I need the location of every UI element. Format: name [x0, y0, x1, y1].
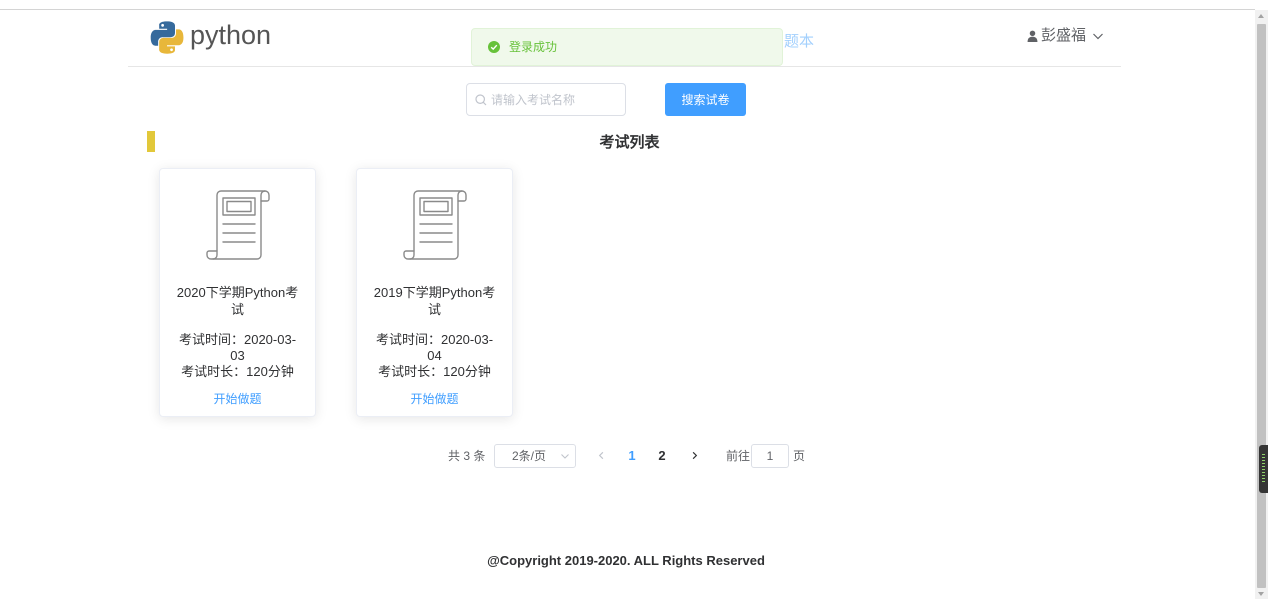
scroll-down-arrow[interactable] — [1258, 592, 1264, 596]
exam-duration-line: 考试时长：120分钟 — [372, 364, 497, 380]
page-size-value: 2条/页 — [512, 449, 547, 463]
exam-date-label: 考试时间： — [178, 332, 244, 347]
start-exam-link[interactable]: 开始做题 — [410, 392, 458, 406]
chevron-down-icon — [560, 451, 570, 461]
header-nav-item[interactable]: 题本 — [784, 32, 814, 52]
exam-duration: 120分钟 — [246, 364, 294, 379]
exam-card: 2020下学期Python考试 考试时间：2020-03-03 考试时长：120… — [159, 168, 316, 417]
exam-date-line: 考试时间：2020-03-04 — [372, 332, 497, 364]
document-scroll-icon — [205, 189, 271, 261]
exam-duration: 120分钟 — [443, 364, 491, 379]
toast-message: 登录成功 — [509, 40, 558, 54]
user-icon — [1027, 30, 1038, 42]
exam-info: 考试时间：2020-03-04 考试时长：120分钟 — [372, 332, 497, 380]
page-size-select[interactable]: 2条/页 — [494, 444, 576, 468]
scroll-up-arrow[interactable] — [1258, 14, 1264, 18]
exam-card: 2019下学期Python考试 考试时间：2020-03-04 考试时长：120… — [356, 168, 513, 417]
success-check-icon — [488, 41, 500, 53]
exam-info: 考试时间：2020-03-03 考试时长：120分钟 — [175, 332, 300, 380]
python-logo-icon[interactable] — [150, 20, 184, 55]
page-number[interactable]: 2 — [650, 444, 674, 468]
goto-page-input[interactable] — [751, 444, 789, 468]
user-menu[interactable]: 彭盛福 — [1027, 26, 1104, 46]
search-exams-button[interactable]: 搜索试卷 — [665, 83, 746, 116]
chevron-right-icon[interactable] — [682, 444, 706, 468]
exam-duration-label: 考试时长： — [181, 364, 247, 379]
side-panel-handle[interactable] — [1259, 445, 1268, 493]
start-exam-link[interactable]: 开始做题 — [213, 392, 261, 406]
exam-duration-label: 考试时长： — [378, 364, 444, 379]
exam-date-line: 考试时间：2020-03-03 — [175, 332, 300, 364]
logo-text[interactable]: python — [190, 18, 271, 52]
page-scrollbar[interactable] — [1255, 10, 1268, 599]
page-number-current[interactable]: 1 — [620, 444, 644, 468]
login-success-toast: 登录成功 — [471, 28, 783, 66]
search-input[interactable] — [491, 84, 621, 115]
scrollbar-thumb[interactable] — [1257, 24, 1266, 588]
pagination-total: 共 3 条 — [448, 449, 486, 463]
page-title: 考试列表 — [599, 134, 660, 151]
goto-label: 前往 — [726, 449, 751, 463]
footer-copyright: @Copyright 2019-2020. ALL Rights Reserve… — [487, 553, 765, 568]
chevron-left-icon[interactable] — [589, 444, 613, 468]
chevron-down-icon — [1092, 30, 1104, 42]
side-panel-grip — [1262, 454, 1265, 484]
document-scroll-icon — [402, 189, 468, 261]
exam-date-label: 考试时间： — [375, 332, 441, 347]
search-field[interactable] — [466, 83, 626, 116]
exam-duration-line: 考试时长：120分钟 — [175, 364, 300, 380]
user-name: 彭盛福 — [1040, 27, 1086, 44]
goto-suffix: 页 — [793, 449, 806, 463]
exam-title: 2020下学期Python考试 — [176, 285, 299, 317]
search-icon — [475, 94, 487, 106]
exam-title: 2019下学期Python考试 — [373, 285, 496, 317]
